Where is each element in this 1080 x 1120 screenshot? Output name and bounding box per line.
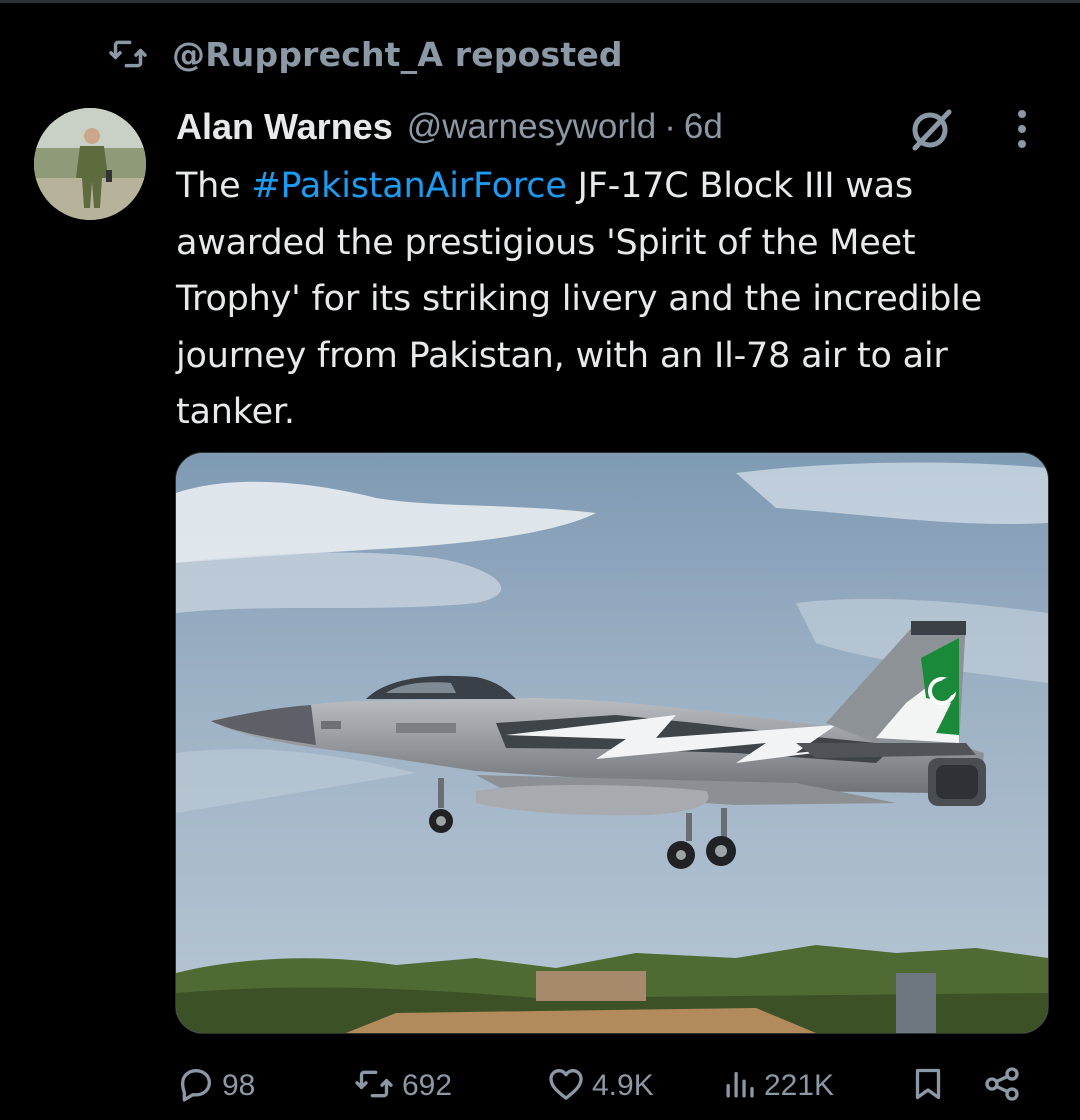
post-text: The #PakistanAirForce JF-17C Block III w… [176, 158, 1036, 441]
repost-action-icon [352, 1064, 396, 1108]
reply-count: 98 [222, 1069, 256, 1102]
post-page: @Rupprecht_A reposted Alan Warnes @warne… [0, 0, 1080, 1120]
repost-label[interactable]: @Rupprecht_A reposted [172, 35, 623, 74]
more-options-icon[interactable] [1002, 104, 1042, 154]
grok-icon[interactable] [902, 104, 958, 154]
share-button[interactable] [982, 1058, 1022, 1114]
post-media-photo[interactable] [175, 452, 1049, 1034]
repost-count: 692 [402, 1069, 453, 1102]
bookmark-icon [910, 1064, 946, 1108]
top-divider [0, 0, 1080, 3]
hashtag-link[interactable]: #PakistanAirForce [251, 166, 566, 206]
like-count: 4.9K [592, 1069, 654, 1102]
repost-button[interactable]: 692 [352, 1058, 452, 1114]
post-text-lead: The [176, 166, 252, 206]
views-count: 221K [764, 1069, 835, 1102]
post-header: Alan Warnes @warnesyworld · 6d [176, 100, 723, 154]
post-timestamp[interactable]: 6d [684, 107, 723, 147]
views-button[interactable]: 221K [722, 1058, 834, 1114]
reply-icon [176, 1064, 216, 1108]
views-icon [722, 1064, 758, 1108]
author-handle[interactable]: @warnesyworld [407, 107, 657, 147]
share-icon [982, 1064, 1022, 1108]
repost-header[interactable]: @Rupprecht_A reposted [108, 30, 623, 78]
bookmark-button[interactable] [910, 1058, 946, 1114]
reply-button[interactable]: 98 [176, 1058, 255, 1114]
heart-icon [546, 1064, 586, 1108]
author-name[interactable]: Alan Warnes [176, 106, 393, 148]
repost-icon [108, 34, 148, 74]
avatar[interactable] [34, 108, 146, 220]
separator-dot: · [664, 107, 676, 146]
jf17-jet-photo [176, 453, 1048, 1033]
like-button[interactable]: 4.9K [546, 1058, 654, 1114]
action-bar: 98 692 4.9K 221K [176, 1058, 1036, 1114]
